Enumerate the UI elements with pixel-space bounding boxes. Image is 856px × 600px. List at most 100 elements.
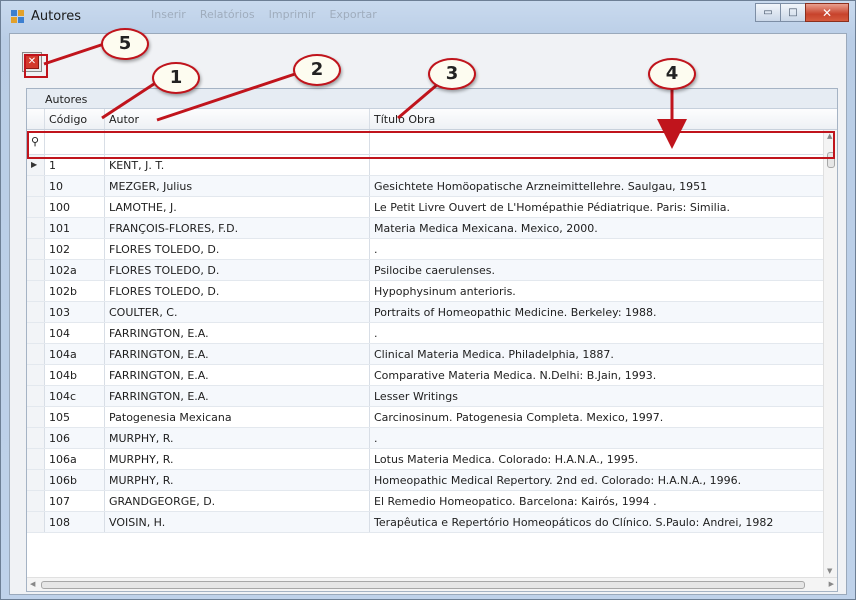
cell-codigo[interactable]: 105 [45, 407, 105, 427]
cell-codigo[interactable]: 102 [45, 239, 105, 259]
cell-titulo-obra[interactable]: Le Petit Livre Ouvert de L'Homépathie Pé… [370, 197, 825, 217]
cell-codigo[interactable]: 107 [45, 491, 105, 511]
column-header-titulo-obra[interactable]: Título Obra [370, 109, 825, 129]
cell-autor[interactable]: FRANÇOIS-FLORES, F.D. [105, 218, 370, 238]
cell-codigo[interactable]: 10 [45, 176, 105, 196]
cell-titulo-obra[interactable] [370, 155, 825, 175]
cell-autor[interactable]: FARRINGTON, E.A. [105, 344, 370, 364]
cell-codigo[interactable]: 106 [45, 428, 105, 448]
cell-titulo-obra[interactable]: El Remedio Homeopatico. Barcelona: Kairó… [370, 491, 825, 511]
row-indicator[interactable] [27, 323, 45, 343]
scroll-right-icon[interactable]: ▶ [829, 580, 834, 588]
cell-titulo-obra[interactable]: Psilocibe caerulenses. [370, 260, 825, 280]
table-row[interactable]: 100 LAMOTHE, J. Le Petit Livre Ouvert de L… [27, 197, 837, 218]
cell-titulo-obra[interactable]: . [370, 239, 825, 259]
table-row[interactable]: 104c FARRINGTON, E.A. Lesser Writings [27, 386, 837, 407]
filter-cell-codigo[interactable] [45, 130, 105, 154]
row-indicator[interactable]: ▶ [27, 155, 45, 175]
cell-titulo-obra[interactable]: Terapêutica e Repertório Homeopáticos do… [370, 512, 825, 532]
cell-codigo[interactable]: 103 [45, 302, 105, 322]
row-indicator[interactable] [27, 449, 45, 469]
scroll-up-icon[interactable]: ▲ [827, 132, 832, 140]
row-indicator[interactable] [27, 428, 45, 448]
column-header-autor[interactable]: Autor [105, 109, 370, 129]
table-row[interactable]: 104 FARRINGTON, E.A.. [27, 323, 837, 344]
row-indicator[interactable] [27, 239, 45, 259]
row-indicator[interactable] [27, 365, 45, 385]
cell-autor[interactable]: FLORES TOLEDO, D. [105, 260, 370, 280]
cell-autor[interactable]: FLORES TOLEDO, D. [105, 239, 370, 259]
cell-titulo-obra[interactable]: Lesser Writings [370, 386, 825, 406]
table-row[interactable]: 108 VOISIN, H. Terapêutica e Repertório Ho… [27, 512, 837, 533]
cell-autor[interactable]: FARRINGTON, E.A. [105, 323, 370, 343]
cell-autor[interactable]: COULTER, C. [105, 302, 370, 322]
horizontal-scroll-thumb[interactable] [41, 581, 805, 589]
row-indicator[interactable] [27, 281, 45, 301]
table-row[interactable]: 104b FARRINGTON, E.A. Comparative Materia … [27, 365, 837, 386]
table-row[interactable]: 104a FARRINGTON, E.A. Clinical Materia Med… [27, 344, 837, 365]
table-row[interactable]: 102b FLORES TOLEDO, D. Hypophysinum anteri… [27, 281, 837, 302]
row-indicator[interactable] [27, 260, 45, 280]
maximize-button[interactable]: □ [780, 3, 806, 22]
cell-codigo[interactable]: 106b [45, 470, 105, 490]
cell-titulo-obra[interactable]: Carcinosinum. Patogenesia Completa. Mexi… [370, 407, 825, 427]
horizontal-scrollbar[interactable]: ◀ ▶ [27, 577, 837, 591]
cell-codigo[interactable]: 102b [45, 281, 105, 301]
row-indicator[interactable] [27, 344, 45, 364]
table-row[interactable]: 102a FLORES TOLEDO, D. Psilocibe caerulens… [27, 260, 837, 281]
row-indicator[interactable] [27, 218, 45, 238]
cell-titulo-obra[interactable]: . [370, 428, 825, 448]
cell-titulo-obra[interactable]: Clinical Materia Medica. Philadelphia, 1… [370, 344, 825, 364]
filter-cell-titulo-obra[interactable] [370, 130, 825, 154]
table-row[interactable]: 101 FRANÇOIS-FLORES, F.D. Materia Medica M… [27, 218, 837, 239]
vertical-scrollbar[interactable]: ▲ ▼ [823, 130, 837, 577]
cell-titulo-obra[interactable]: Materia Medica Mexicana. Mexico, 2000. [370, 218, 825, 238]
cell-titulo-obra[interactable]: Portraits of Homeopathic Medicine. Berke… [370, 302, 825, 322]
cell-codigo[interactable]: 104 [45, 323, 105, 343]
row-indicator[interactable] [27, 512, 45, 532]
cell-titulo-obra[interactable]: Homeopathic Medical Repertory. 2nd ed. C… [370, 470, 825, 490]
table-row[interactable]: 103 COULTER, C. Portraits of Homeopathic M… [27, 302, 837, 323]
table-row[interactable]: 10 MEZGER, Julius Gesichtete Homöopatische… [27, 176, 837, 197]
cell-codigo[interactable]: 104c [45, 386, 105, 406]
row-indicator[interactable] [27, 176, 45, 196]
scroll-down-icon[interactable]: ▼ [827, 567, 832, 575]
cell-codigo[interactable]: 108 [45, 512, 105, 532]
row-indicator[interactable] [27, 386, 45, 406]
cell-autor[interactable]: MURPHY, R. [105, 428, 370, 448]
table-row[interactable]: 106 MURPHY, R.. [27, 428, 837, 449]
minimize-button[interactable]: ▭ [755, 3, 781, 22]
close-window-button[interactable]: ✕ [805, 3, 849, 22]
row-indicator[interactable] [27, 407, 45, 427]
cell-titulo-obra[interactable]: Gesichtete Homöopatische Arzneimittelleh… [370, 176, 825, 196]
cell-autor[interactable]: MURPHY, R. [105, 470, 370, 490]
cell-titulo-obra[interactable]: Comparative Materia Medica. N.Delhi: B.J… [370, 365, 825, 385]
cell-autor[interactable]: KENT, J. T. [105, 155, 370, 175]
cell-autor[interactable]: MEZGER, Julius [105, 176, 370, 196]
cell-autor[interactable]: Patogenesia Mexicana [105, 407, 370, 427]
cell-codigo[interactable]: 1 [45, 155, 105, 175]
table-row[interactable]: 106b MURPHY, R. Homeopathic Medical Repert… [27, 470, 837, 491]
filter-cell-autor[interactable] [105, 130, 370, 154]
table-row[interactable]: 107 GRANDGEORGE, D. El Remedio Homeopatico… [27, 491, 837, 512]
cell-titulo-obra[interactable]: . [370, 323, 825, 343]
row-indicator[interactable] [27, 470, 45, 490]
cell-codigo[interactable]: 106a [45, 449, 105, 469]
row-indicator[interactable] [27, 491, 45, 511]
column-header-codigo[interactable]: Código [45, 109, 105, 129]
cell-autor[interactable]: GRANDGEORGE, D. [105, 491, 370, 511]
cell-codigo[interactable]: 102a [45, 260, 105, 280]
cell-titulo-obra[interactable]: Hypophysinum anterioris. [370, 281, 825, 301]
cell-autor[interactable]: LAMOTHE, J. [105, 197, 370, 217]
cell-autor[interactable]: FLORES TOLEDO, D. [105, 281, 370, 301]
table-row[interactable]: ▶ 1 KENT, J. T. [27, 155, 837, 176]
scroll-left-icon[interactable]: ◀ [30, 580, 35, 588]
cell-codigo[interactable]: 104a [45, 344, 105, 364]
close-form-button[interactable]: ✕ [22, 52, 42, 72]
cell-autor[interactable]: FARRINGTON, E.A. [105, 386, 370, 406]
table-row[interactable]: 102 FLORES TOLEDO, D.. [27, 239, 837, 260]
cell-codigo[interactable]: 104b [45, 365, 105, 385]
row-indicator[interactable] [27, 197, 45, 217]
table-row[interactable]: 105 Patogenesia Mexicana Carcinosinum. Pat… [27, 407, 837, 428]
cell-autor[interactable]: MURPHY, R. [105, 449, 370, 469]
